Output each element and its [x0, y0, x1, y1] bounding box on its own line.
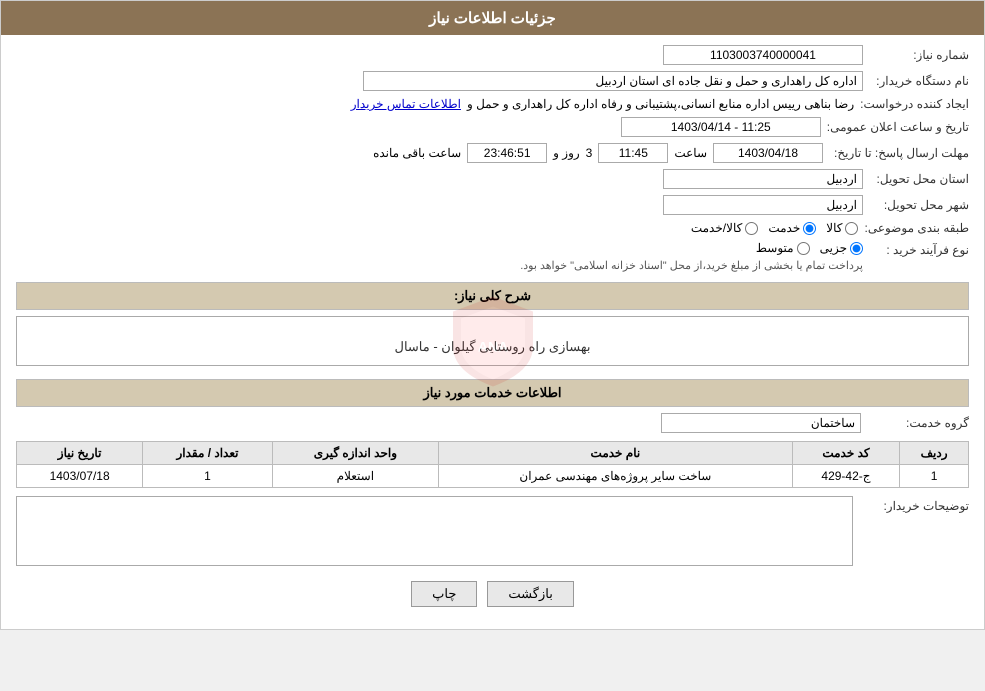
cell-service-code: ج-42-429 — [792, 465, 899, 488]
page-header: جزئیات اطلاعات نیاز — [1, 1, 984, 35]
services-table: ردیف کد خدمت نام خدمت واحد اندازه گیری ت… — [16, 441, 969, 488]
col-header-service-code: کد خدمت — [792, 442, 899, 465]
response-time-input[interactable] — [598, 143, 668, 163]
buyer-org-row: نام دستگاه خریدار: — [16, 71, 969, 91]
category-row: طبقه بندی موضوعی: کالا خدمت کالا/خدمت — [16, 221, 969, 235]
delivery-city-row: شهر محل تحویل: — [16, 195, 969, 215]
response-deadline-label: مهلت ارسال پاسخ: تا تاریخ: — [829, 146, 969, 160]
response-deadline-row: مهلت ارسال پاسخ: تا تاریخ: ساعت 3 روز و … — [16, 143, 969, 163]
cell-row-num: 1 — [900, 465, 969, 488]
col-header-service-name: نام خدمت — [438, 442, 792, 465]
category-kala-radio[interactable] — [845, 222, 858, 235]
cell-service-name: ساخت سایر پروژه‌های مهندسی عمران — [438, 465, 792, 488]
back-button[interactable]: بازگشت — [487, 581, 573, 607]
announce-datetime-input[interactable] — [621, 117, 821, 137]
content-area: شماره نیاز: نام دستگاه خریدار: ایجاد کنن… — [1, 35, 984, 629]
need-description-textarea[interactable] — [16, 316, 969, 366]
creator-row: ایجاد کننده درخواست: رضا بناهی رییس ادار… — [16, 97, 969, 111]
page-container: جزئیات اطلاعات نیاز شماره نیاز: نام دستگ… — [0, 0, 985, 630]
category-kala-khadamat-label: کالا/خدمت — [691, 221, 742, 235]
delivery-city-input[interactable] — [663, 195, 863, 215]
purchase-joz-label: جزیی — [820, 241, 847, 255]
services-section-title: اطلاعات خدمات مورد نیاز — [423, 385, 561, 400]
need-description-section-header: شرح کلی نیاز: — [16, 282, 969, 310]
delivery-province-input[interactable] — [663, 169, 863, 189]
need-number-input[interactable] — [663, 45, 863, 65]
buyer-org-label: نام دستگاه خریدار: — [869, 74, 969, 88]
purchase-motavasset-label: متوسط — [756, 241, 794, 255]
announce-datetime-label: تاریخ و ساعت اعلان عمومی: — [827, 120, 969, 134]
service-group-input[interactable] — [661, 413, 861, 433]
delivery-province-label: استان محل تحویل: — [869, 172, 969, 186]
need-description-title: شرح کلی نیاز: — [454, 288, 531, 303]
buyer-description-row: توضیحات خریدار: — [16, 496, 969, 569]
cell-quantity: 1 — [143, 465, 273, 488]
category-khadamat-radio[interactable] — [803, 222, 816, 235]
purchase-motavasset[interactable]: متوسط — [756, 241, 810, 255]
page-title: جزئیات اطلاعات نیاز — [429, 10, 556, 27]
category-khadamat-label: خدمت — [768, 221, 800, 235]
services-table-section: ردیف کد خدمت نام خدمت واحد اندازه گیری ت… — [16, 441, 969, 488]
category-khadamat[interactable]: خدمت — [768, 221, 816, 235]
table-row: 1 ج-42-429 ساخت سایر پروژه‌های مهندسی عم… — [17, 465, 969, 488]
service-group-row: گروه خدمت: — [16, 413, 969, 433]
need-number-label: شماره نیاز: — [869, 48, 969, 62]
purchase-joz[interactable]: جزیی — [820, 241, 863, 255]
creator-link[interactable]: اطلاعات تماس خریدار — [351, 97, 461, 111]
buyer-description-wrapper — [16, 496, 853, 569]
purchase-joz-radio[interactable] — [850, 242, 863, 255]
category-label: طبقه بندی موضوعی: — [864, 221, 969, 235]
purchase-type-row: نوع فرآیند خرید : جزیی متوسط پرداخت تمام… — [16, 241, 969, 272]
remaining-time-input[interactable] — [467, 143, 547, 163]
creator-text: رضا بناهی رییس اداره منابع انسانی،پشتیبا… — [467, 97, 854, 111]
purchase-motavasset-radio[interactable] — [797, 242, 810, 255]
delivery-province-row: استان محل تحویل: — [16, 169, 969, 189]
category-kala-khadamat[interactable]: کالا/خدمت — [691, 221, 758, 235]
response-days-label: روز و — [553, 146, 580, 160]
response-time-label: ساعت — [674, 146, 707, 160]
services-section-header: اطلاعات خدمات مورد نیاز — [16, 379, 969, 407]
purchase-type-content: جزیی متوسط پرداخت تمام یا بخشی از مبلغ خ… — [520, 241, 863, 272]
response-date-input[interactable] — [713, 143, 823, 163]
category-radio-group: کالا خدمت کالا/خدمت — [691, 221, 859, 235]
col-header-row-num: ردیف — [900, 442, 969, 465]
buyer-description-textarea[interactable] — [16, 496, 853, 566]
print-button[interactable]: چاپ — [411, 581, 477, 607]
buyer-org-input[interactable] — [363, 71, 863, 91]
service-group-label: گروه خدمت: — [869, 416, 969, 430]
col-header-need-date: تاریخ نیاز — [17, 442, 143, 465]
category-kala[interactable]: کالا — [826, 221, 858, 235]
creator-label: ایجاد کننده درخواست: — [860, 97, 969, 111]
need-number-row: شماره نیاز: — [16, 45, 969, 65]
category-kala-khadamat-radio[interactable] — [745, 222, 758, 235]
announce-datetime-row: تاریخ و ساعت اعلان عمومی: — [16, 117, 969, 137]
purchase-type-label: نوع فرآیند خرید : — [869, 241, 969, 257]
purchase-type-note: پرداخت تمام یا بخشی از مبلغ خرید،از محل … — [520, 259, 863, 272]
remaining-label: ساعت باقی مانده — [373, 146, 461, 160]
need-description-wrapper: بهسازی راه روستایی گیلوان - ماسال ANA — [16, 316, 969, 369]
col-header-quantity: تعداد / مقدار — [143, 442, 273, 465]
cell-need-date: 1403/07/18 — [17, 465, 143, 488]
col-header-unit: واحد اندازه گیری — [272, 442, 438, 465]
cell-unit: استعلام — [272, 465, 438, 488]
category-kala-label: کالا — [826, 221, 842, 235]
buyer-description-label: توضیحات خریدار: — [859, 496, 969, 513]
delivery-city-label: شهر محل تحویل: — [869, 198, 969, 212]
button-row: بازگشت چاپ — [16, 581, 969, 607]
response-days-value: 3 — [586, 146, 593, 160]
